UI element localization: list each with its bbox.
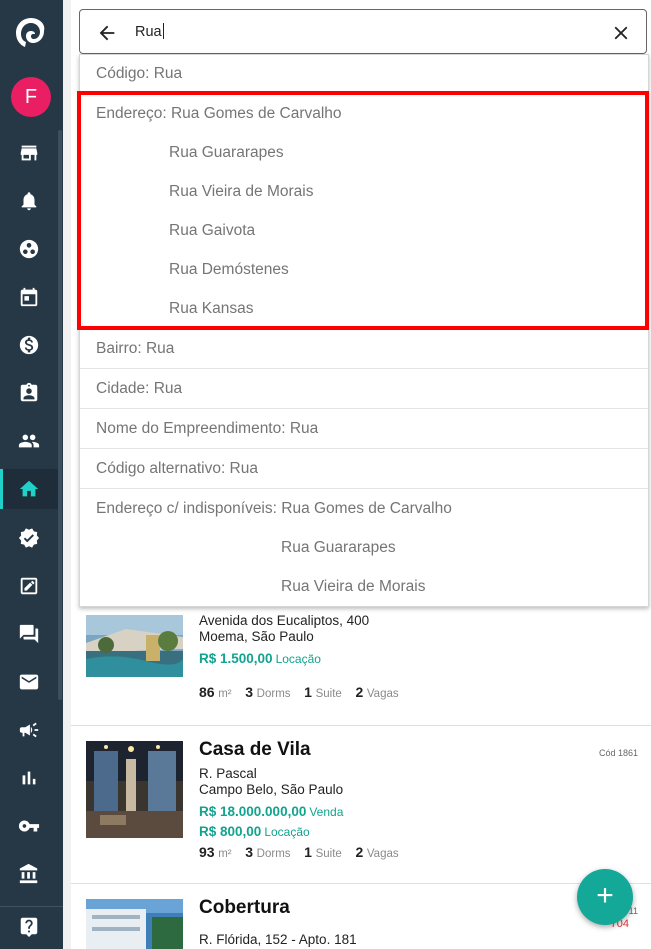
listing-code: Cód 1861 bbox=[598, 748, 638, 758]
suggestion-label: Endereço c/ indisponíveis: bbox=[96, 500, 282, 517]
edit-note-icon[interactable] bbox=[0, 566, 58, 606]
listing-location: Moema, São Paulo bbox=[199, 629, 314, 644]
listing-photo bbox=[86, 741, 183, 838]
price-value: R$ 1.500,00 bbox=[199, 651, 273, 666]
dollar-icon[interactable] bbox=[0, 325, 58, 365]
listing-address: R. Flórida, 152 - Apto. 181 bbox=[199, 932, 357, 947]
listing-price: R$ 800,00 Locação bbox=[199, 824, 310, 839]
spec-area: 86 bbox=[199, 684, 215, 700]
chat-icon[interactable] bbox=[0, 614, 58, 654]
bank-icon[interactable] bbox=[0, 854, 58, 894]
divider bbox=[80, 368, 648, 369]
add-fab-button[interactable]: + bbox=[577, 869, 633, 925]
spec-dorms: 3 bbox=[245, 844, 254, 860]
price-type: Locação bbox=[264, 825, 310, 839]
listing-title: Cobertura bbox=[199, 897, 290, 918]
spec-area-unit: m² bbox=[218, 688, 232, 700]
suggestion-endereco-indisponiveis[interactable]: Rua Vieira de Morais bbox=[281, 578, 425, 596]
spec-vagas: 2 bbox=[355, 684, 364, 700]
key-icon[interactable] bbox=[0, 806, 58, 846]
home-icon[interactable] bbox=[0, 469, 58, 509]
spec-vagas-label: Vagas bbox=[366, 688, 399, 700]
storefront-icon[interactable] bbox=[0, 133, 58, 173]
divider bbox=[80, 91, 648, 92]
sidebar-scrollbar[interactable] bbox=[58, 130, 62, 700]
suggestion-value: Rua Gomes de Carvalho bbox=[170, 105, 342, 122]
divider bbox=[80, 488, 648, 489]
suggestion-endereco[interactable]: Rua Vieira de Morais bbox=[169, 183, 313, 201]
suggestion-codigo-alternativo[interactable]: Código alternativo: Rua bbox=[96, 460, 258, 478]
price-value: R$ 800,00 bbox=[199, 824, 262, 839]
search-suggestions: Código: Rua Endereço: Rua Gomes de Carva… bbox=[79, 54, 649, 607]
spec-dorms: 3 bbox=[245, 684, 254, 700]
price-type: Locação bbox=[275, 652, 321, 666]
listing-title: Casa de Vila bbox=[199, 739, 311, 760]
listing-card[interactable]: Cobertura 11 704 R. Flórida, 152 - Apto.… bbox=[71, 884, 651, 949]
close-icon[interactable] bbox=[610, 22, 632, 44]
listing-price: R$ 18.000.000,00 Venda bbox=[199, 804, 343, 819]
divider bbox=[80, 328, 648, 329]
suggestion-endereco[interactable]: Rua Gaivota bbox=[169, 222, 255, 240]
suggestion-bairro[interactable]: Bairro: Rua bbox=[96, 340, 174, 358]
spec-area: 93 bbox=[199, 844, 215, 860]
suggestion-endereco[interactable]: Endereço: Rua Gomes de Carvalho bbox=[96, 105, 342, 123]
price-type: Venda bbox=[309, 805, 344, 819]
spec-dorms-label: Dorms bbox=[256, 688, 291, 700]
clipboard-user-icon[interactable] bbox=[0, 373, 58, 413]
listing-address: Avenida dos Eucaliptos, 400 bbox=[199, 613, 370, 628]
mail-icon[interactable] bbox=[0, 662, 58, 702]
text-caret bbox=[162, 23, 164, 39]
search-input-value: Rua bbox=[135, 24, 162, 40]
bar-chart-icon[interactable] bbox=[0, 758, 58, 798]
spec-suite: 1 bbox=[304, 844, 312, 860]
megaphone-icon[interactable] bbox=[0, 710, 58, 750]
listing-specs: 86 m² 3 Dorms 1 Suite 2 Vagas bbox=[199, 684, 409, 700]
spec-suite-label: Suite bbox=[315, 848, 342, 860]
divider bbox=[80, 448, 648, 449]
suggestion-endereco[interactable]: Rua Kansas bbox=[169, 300, 253, 318]
user-avatar[interactable]: F bbox=[11, 77, 51, 117]
spec-vagas: 2 bbox=[355, 844, 364, 860]
spec-suite-label: Suite bbox=[315, 688, 342, 700]
listing-location: Campo Belo, São Paulo bbox=[199, 782, 344, 797]
listing-photo bbox=[86, 899, 183, 949]
suggestion-value: Rua Gomes de Carvalho bbox=[281, 500, 452, 517]
verified-badge-icon[interactable] bbox=[0, 518, 58, 558]
spec-suite: 1 bbox=[304, 684, 312, 700]
listing-price: R$ 1.500,00 Locação bbox=[199, 651, 321, 666]
active-indicator bbox=[0, 469, 3, 509]
suggestion-endereco[interactable]: Rua Demóstenes bbox=[169, 261, 289, 279]
search-input[interactable]: Rua bbox=[135, 23, 164, 40]
suggestion-endereco-indisponiveis[interactable]: Rua Guararapes bbox=[281, 539, 396, 557]
suggestion-endereco-indisponiveis[interactable]: Endereço c/ indisponíveis: Rua Gomes de … bbox=[96, 500, 452, 518]
help-icon[interactable] bbox=[0, 906, 58, 946]
price-value: R$ 18.000.000,00 bbox=[199, 804, 307, 819]
suggestion-endereco[interactable]: Rua Guararapes bbox=[169, 144, 284, 162]
chameleon-logo-icon[interactable] bbox=[14, 16, 48, 50]
listing-card[interactable]: Avenida dos Eucaliptos, 400 Moema, São P… bbox=[71, 607, 651, 726]
suggestion-label: Endereço: bbox=[96, 105, 171, 122]
search-bar: Rua bbox=[79, 9, 647, 54]
sidebar: F bbox=[0, 0, 63, 949]
listing-address: R. Pascal bbox=[199, 766, 257, 781]
spec-dorms-label: Dorms bbox=[256, 848, 291, 860]
spec-vagas-label: Vagas bbox=[366, 848, 399, 860]
listing-specs: 93 m² 3 Dorms 1 Suite 2 Vagas bbox=[199, 844, 409, 860]
listing-card[interactable]: Casa de Vila Cód 1861 R. Pascal Campo Be… bbox=[71, 726, 651, 884]
back-arrow-icon[interactable] bbox=[96, 22, 118, 44]
spec-area-unit: m² bbox=[218, 848, 232, 860]
suggestion-empreendimento[interactable]: Nome do Empreendimento: Rua bbox=[96, 420, 318, 438]
bell-icon[interactable] bbox=[0, 181, 58, 221]
people-network-icon[interactable] bbox=[0, 229, 58, 269]
suggestion-codigo[interactable]: Código: Rua bbox=[96, 65, 182, 83]
divider bbox=[80, 408, 648, 409]
listing-photo bbox=[86, 615, 183, 677]
calendar-icon[interactable] bbox=[0, 277, 58, 317]
group-icon[interactable] bbox=[0, 421, 58, 461]
suggestion-cidade[interactable]: Cidade: Rua bbox=[96, 380, 182, 398]
